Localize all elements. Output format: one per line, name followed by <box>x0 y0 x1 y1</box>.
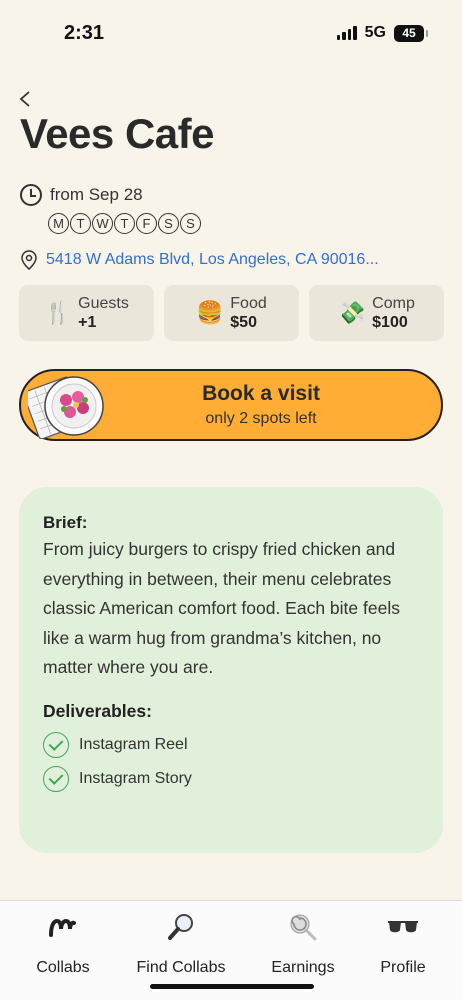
check-circle-icon <box>43 765 69 792</box>
deliverable-label: Instagram Story <box>79 769 192 787</box>
day-monday: M <box>48 213 69 234</box>
battery-icon: 45 <box>394 24 428 42</box>
status-icons: 5G 45 <box>336 24 428 42</box>
signal-icon <box>336 26 357 40</box>
address-row[interactable]: 5418 W Adams Blvd, Los Angeles, CA 90016… <box>20 250 379 270</box>
perk-comp: 💸 Comp $100 <box>309 285 444 341</box>
deliverable-item: Instagram Reel <box>43 728 419 762</box>
day-thursday: T <box>114 213 135 234</box>
status-time: 2:31 <box>64 22 105 44</box>
location-pin-icon <box>21 250 37 270</box>
tab-earnings[interactable]: Earnings <box>248 911 358 977</box>
perk-food: 🍔 Food $50 <box>164 285 299 341</box>
book-title: Book a visit <box>202 382 320 405</box>
collabs-logo-icon <box>48 911 78 943</box>
day-sunday: S <box>180 213 201 234</box>
perks-row: 🍴 Guests +1 🍔 Food $50 💸 Comp $100 <box>19 285 444 341</box>
fork-knife-icon: 🍴 <box>44 300 72 325</box>
schedule-row: from Sep 28 <box>20 184 143 206</box>
brief-heading: Brief: <box>43 513 88 532</box>
deliverables-heading: Deliverables: <box>43 700 152 721</box>
address-link[interactable]: 5418 W Adams Blvd, Los Angeles, CA 90016… <box>46 251 379 269</box>
day-saturday: S <box>158 213 179 234</box>
tab-label: Profile <box>380 959 426 976</box>
tab-label: Earnings <box>271 959 335 976</box>
day-tuesday: T <box>70 213 91 234</box>
perk-label: Comp <box>372 294 415 312</box>
magnifier-icon <box>167 911 195 943</box>
tab-label: Find Collabs <box>136 959 226 976</box>
brief-card: Brief: From juicy burgers to crispy frie… <box>19 487 443 853</box>
schedule-text: from Sep 28 <box>50 185 143 204</box>
deliverable-item: Instagram Story <box>43 762 419 796</box>
clock-icon <box>20 184 42 206</box>
spots-left-text: only 2 spots left <box>205 410 317 427</box>
perk-value: +1 <box>78 314 97 331</box>
perk-value: $100 <box>372 314 408 331</box>
perk-value: $50 <box>230 314 257 331</box>
deliverable-label: Instagram Reel <box>79 735 188 753</box>
check-circle-icon <box>43 731 69 758</box>
burger-icon: 🍔 <box>196 300 224 325</box>
page-title: Vees Cafe <box>20 110 214 157</box>
home-indicator <box>150 984 314 989</box>
tab-label: Collabs <box>36 959 90 976</box>
network-type: 5G <box>364 24 386 41</box>
day-friday: F <box>136 213 157 234</box>
chevron-left-icon <box>19 91 30 107</box>
lollipop-icon <box>289 911 317 943</box>
sunglasses-icon <box>386 911 420 943</box>
weekday-list: M T W T F S S <box>48 213 201 234</box>
food-plate-icon <box>28 376 104 439</box>
day-wednesday: W <box>92 213 113 234</box>
status-bar: 2:31 5G 45 <box>0 0 462 60</box>
deliverables-list: Instagram Reel Instagram Story <box>43 728 419 796</box>
perk-label: Guests <box>78 294 129 312</box>
tab-profile[interactable]: Profile <box>348 911 458 977</box>
money-icon: 💸 <box>338 300 366 325</box>
perk-guests: 🍴 Guests +1 <box>19 285 154 341</box>
perk-label: Food <box>230 294 267 312</box>
brief-text: From juicy burgers to crispy fried chick… <box>43 539 400 677</box>
tab-find-collabs[interactable]: Find Collabs <box>126 911 236 977</box>
tab-collabs[interactable]: Collabs <box>8 911 118 977</box>
